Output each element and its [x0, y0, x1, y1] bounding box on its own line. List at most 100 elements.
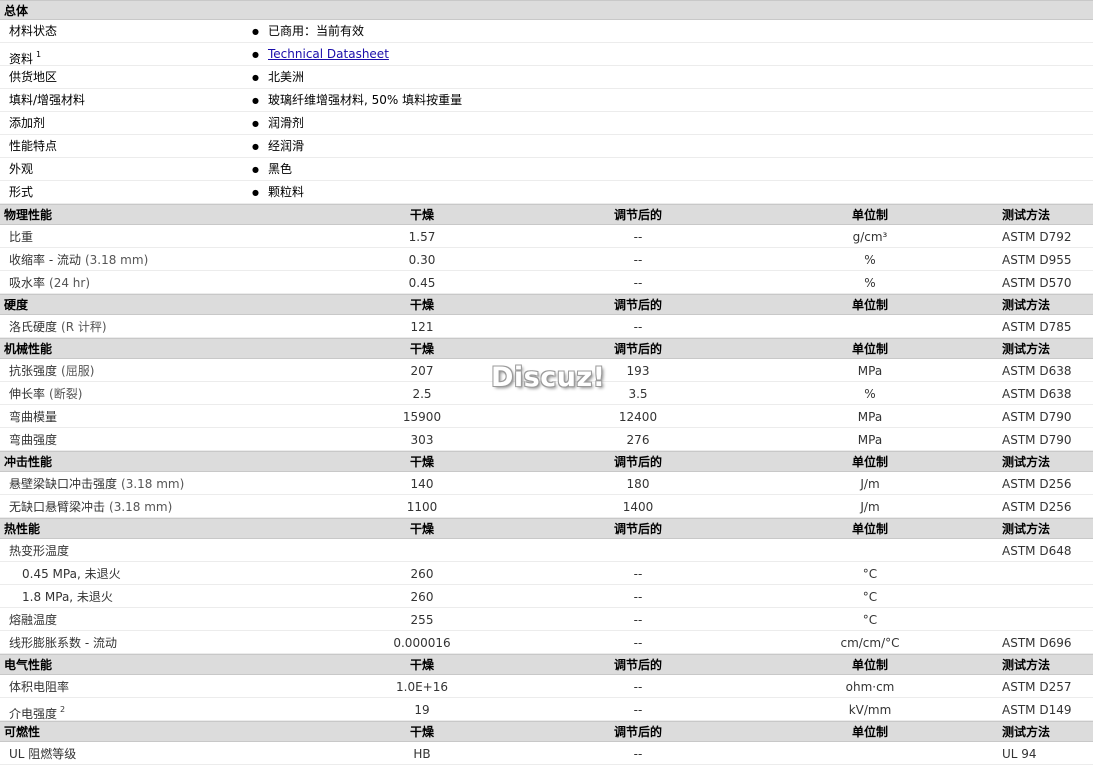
property-name-text: UL 阻燃等级 [9, 747, 77, 761]
value-conditioned: -- [633, 253, 643, 267]
general-value: 润滑剂 [268, 116, 305, 130]
value-unit: % [864, 253, 876, 267]
value-conditioned: -- [633, 567, 643, 581]
general-label-text: 添加剂 [9, 116, 46, 130]
property-condition: (3.18 mm) [84, 253, 149, 267]
datasheet-link[interactable]: Technical Datasheet [268, 47, 389, 61]
column-header-conditioned: 调节后的 [613, 522, 662, 536]
section-title: 机械性能 [4, 342, 53, 356]
value-unit: g/cm³ [852, 230, 888, 244]
property-name: 弯曲强度 [9, 428, 57, 452]
property-row: UL 阻燃等级 HB -- UL 94 [0, 742, 1093, 765]
column-header-test-method: 测试方法 [1002, 658, 1051, 672]
property-name-text: 热变形温度 [9, 544, 70, 558]
value-conditioned: -- [633, 703, 643, 717]
property-condition: (3.18 mm) [109, 500, 173, 514]
general-value: 已商用：当前有效 [268, 24, 365, 38]
footnote-marker: 1 [36, 50, 42, 59]
property-name-text: 熔融温度 [9, 613, 58, 627]
value-dry: 1.0E+16 [396, 680, 448, 694]
property-row: 介电强度 2 19 -- kV/mm ASTM D149 [0, 698, 1093, 721]
bullet-icon: ● [252, 50, 259, 59]
value-test-method: ASTM D256 [1002, 477, 1072, 491]
property-name-text: 0.45 MPa, 未退火 [22, 567, 121, 581]
value-unit: kV/mm [848, 703, 892, 717]
bullet-icon: ● [252, 27, 259, 36]
general-row: 形式 ● 颗粒料 [0, 181, 1093, 204]
property-name-text: 线形膨胀系数 - 流动 [9, 636, 117, 650]
value-unit: ohm·cm [845, 680, 895, 694]
value-test-method: ASTM D638 [1002, 387, 1072, 401]
column-header-unit: 单位制 [851, 522, 888, 536]
column-header-conditioned: 调节后的 [613, 658, 662, 672]
value-dry: 0.30 [408, 253, 436, 267]
general-row: 性能特点 ● 经润滑 [0, 135, 1093, 158]
value-conditioned: -- [633, 230, 643, 244]
property-row: 1.8 MPa, 未退火 260 -- °C [0, 585, 1093, 608]
property-name: 弯曲模量 [9, 405, 57, 429]
column-header-conditioned: 调节后的 [613, 298, 662, 312]
property-row: 悬壁梁缺口冲击强度 (3.18 mm) 140 180 J/m ASTM D256 [0, 472, 1093, 495]
value-test-method: ASTM D785 [1002, 320, 1072, 334]
section-title: 冲击性能 [4, 455, 53, 469]
property-row: 体积电阻率 1.0E+16 -- ohm·cm ASTM D257 [0, 675, 1093, 698]
general-label-text: 供货地区 [9, 70, 58, 84]
general-label: 外观 [9, 158, 33, 181]
property-name-text: 体积电阻率 [9, 680, 70, 694]
property-row: 收缩率 - 流动 (3.18 mm) 0.30 --% ASTM D955 [0, 248, 1093, 271]
bullet-icon: ● [252, 142, 259, 151]
property-name: 1.8 MPa, 未退火 [22, 585, 113, 609]
value-conditioned: 1400 [622, 500, 654, 514]
section-header: 机械性能 干燥 调节后的 单位制 测试方法 [0, 338, 1093, 359]
value-test-method: ASTM D790 [1002, 410, 1072, 424]
value-conditioned: 180 [626, 477, 650, 491]
value-dry: 255 [410, 613, 434, 627]
property-name-text: 伸长率 [9, 387, 46, 401]
value-unit: J/m [860, 500, 880, 514]
value-conditioned: -- [633, 636, 643, 650]
section-header: 硬度 干燥 调节后的 单位制 测试方法 [0, 294, 1093, 315]
bullet-icon: ● [252, 165, 259, 174]
column-header-conditioned: 调节后的 [613, 455, 662, 469]
property-name: 0.45 MPa, 未退火 [22, 562, 121, 586]
property-row: 吸水率 (24 hr) 0.45 --% ASTM D570 [0, 271, 1093, 294]
property-condition: (3.18 mm) [121, 477, 185, 491]
value-test-method: ASTM D792 [1002, 230, 1072, 244]
general-row: 材料状态 ● 已商用：当前有效 [0, 20, 1093, 43]
general-label-text: 资料 [9, 52, 34, 66]
property-condition: (断裂) [49, 387, 83, 401]
value-conditioned: -- [633, 590, 643, 604]
value-dry: 1.57 [408, 230, 436, 244]
section-title: 硬度 [4, 298, 29, 312]
property-name: 无缺口悬臂梁冲击 (3.18 mm) [9, 495, 172, 519]
column-header-test-method: 测试方法 [1002, 522, 1051, 536]
value-dry: 140 [410, 477, 434, 491]
property-condition: (R 计秤) [61, 320, 107, 334]
general-row: 填料/增强材料 ● 玻璃纤维增强材料, 50% 填料按重量 [0, 89, 1093, 112]
property-name-text: 弯曲模量 [9, 410, 58, 424]
general-row: 外观 ● 黑色 [0, 158, 1093, 181]
property-name-text: 弯曲强度 [9, 433, 58, 447]
column-header-test-method: 测试方法 [1002, 208, 1051, 222]
general-row: 资料 1 ● Technical Datasheet [0, 43, 1093, 66]
value-dry: 121 [410, 320, 434, 334]
column-header-conditioned: 调节后的 [613, 725, 662, 739]
column-header-test-method: 测试方法 [1002, 298, 1051, 312]
value-unit: % [864, 387, 876, 401]
property-name: 伸长率 (断裂) [9, 382, 82, 406]
property-name-text: 吸水率 [9, 276, 46, 290]
property-name: 比重 [9, 225, 33, 249]
property-row: 弯曲强度 303 276 MPa ASTM D790 [0, 428, 1093, 451]
section-header: 冲击性能 干燥 调节后的 单位制 测试方法 [0, 451, 1093, 472]
general-rows: 材料状态 ● 已商用：当前有效 资料 1 ● Technical Datasheet 供货地区… [0, 20, 1093, 204]
section-title: 物理性能 [4, 208, 53, 222]
section-title: 热性能 [4, 522, 41, 536]
value-dry: 15900 [402, 410, 442, 424]
column-header-unit: 单位制 [851, 658, 888, 672]
bullet-icon: ● [252, 73, 259, 82]
section-title: 电气性能 [4, 658, 53, 672]
value-unit: J/m [860, 477, 880, 491]
general-label: 添加剂 [9, 112, 45, 135]
value-conditioned: 12400 [618, 410, 658, 424]
column-header-dry: 干燥 [409, 208, 434, 222]
